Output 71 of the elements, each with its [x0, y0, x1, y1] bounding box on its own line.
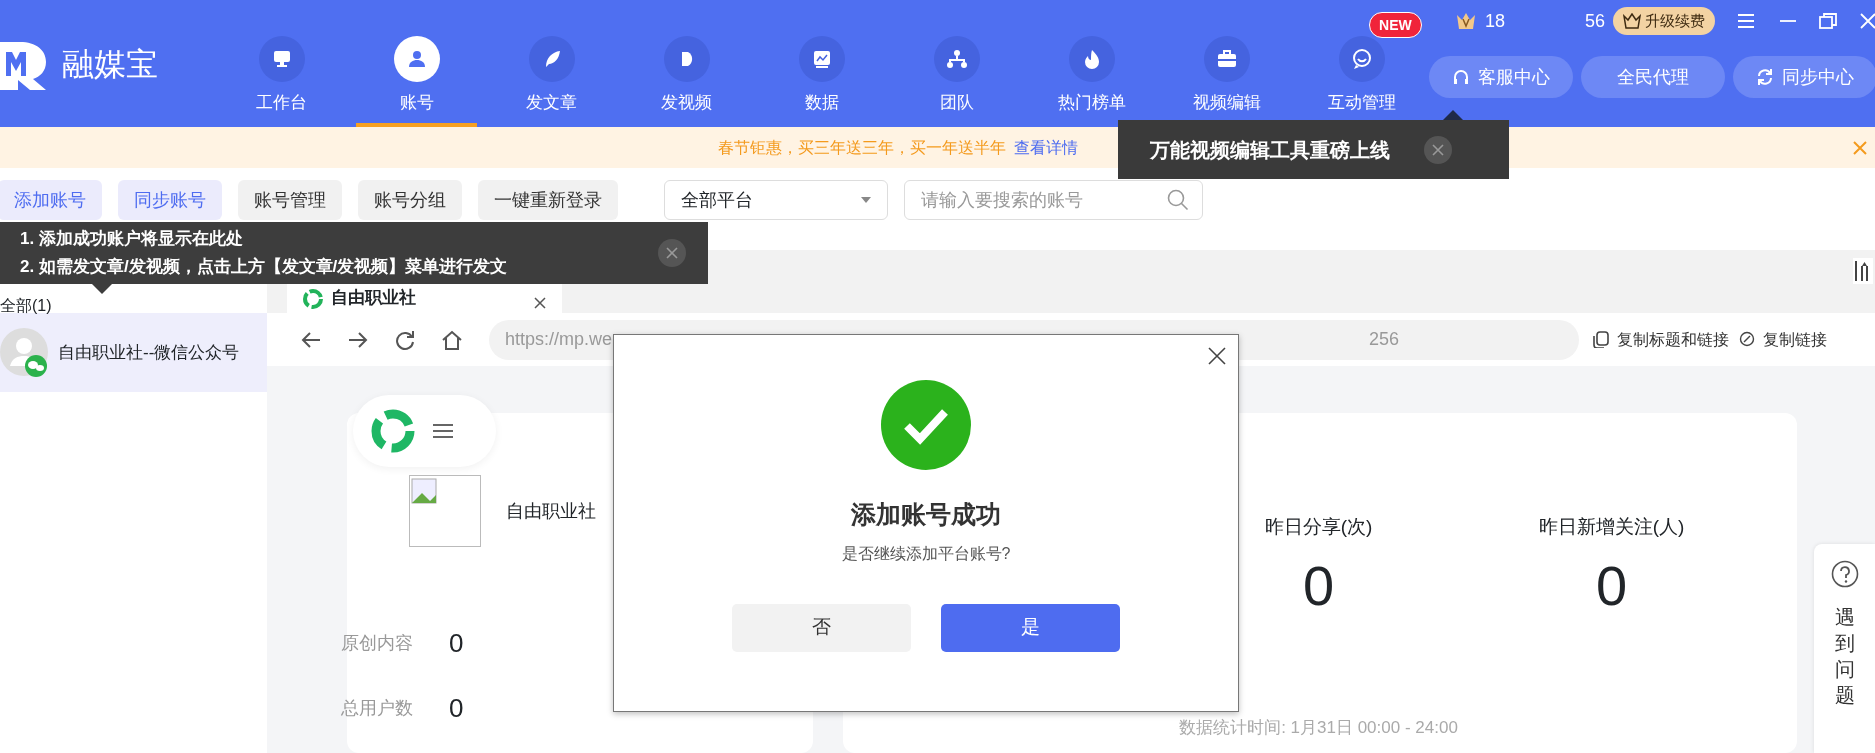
close-button[interactable]	[1424, 135, 1452, 164]
dialog-title: 添加账号成功	[851, 499, 1001, 530]
header-button[interactable]: 同步中心	[1733, 56, 1875, 98]
stat-label: 原创内容	[341, 632, 414, 655]
close-button[interactable]	[658, 239, 686, 267]
stat-value: 0	[449, 627, 464, 660]
account-name: 自由职业社	[506, 499, 596, 523]
tooltip: 1. 添加成功账户将显示在此处 2. 如需发文章/发视频，点击上方【发文章/发视频】菜单进行发文	[0, 222, 708, 284]
nav-tab[interactable]: 数据	[754, 0, 889, 127]
stat-value: 0	[1595, 552, 1628, 619]
search-icon	[1167, 189, 1189, 211]
reload-icon[interactable]	[394, 328, 416, 351]
promo-text: 春节钜惠，买三年送三年，买一年送半年	[718, 137, 1006, 158]
copy-link[interactable]: 复制标题和链接	[1593, 327, 1729, 352]
maximize-icon[interactable]	[1819, 13, 1837, 29]
close-icon	[1432, 143, 1444, 156]
copy-icon	[1593, 331, 1609, 349]
sync-icon	[1756, 68, 1774, 86]
header-button[interactable]: 客服中心	[1429, 56, 1573, 98]
account-item[interactable]: 自由职业社--微信公众号	[0, 313, 267, 392]
toolbox-icon	[1215, 47, 1238, 70]
help-icon	[1830, 560, 1859, 588]
menu-icon[interactable]	[433, 423, 453, 439]
tooltip: 万能视频编辑工具重磅上线	[1118, 120, 1509, 179]
dialog-message: 是否继续添加平台账号?	[841, 543, 1011, 564]
toolbar-button[interactable]: 账号管理	[238, 180, 342, 220]
close-icon	[666, 247, 678, 259]
toolbar-button[interactable]: 添加账号	[0, 180, 102, 220]
stat-value: 0	[449, 692, 464, 725]
count-text: 56	[1584, 9, 1605, 33]
upgrade-button[interactable]: 升级续费	[1613, 6, 1715, 36]
toolbar-button[interactable]: 账号分组	[358, 180, 462, 220]
close-icon[interactable]	[534, 297, 546, 310]
help-widget[interactable]: 遇到问题	[1814, 544, 1875, 753]
search-field[interactable]: 请输入要搜索的账号	[904, 180, 1203, 220]
logo-text: 融媒宝	[62, 44, 158, 84]
app-icon	[303, 289, 323, 310]
copy-link[interactable]: 复制链接	[1739, 327, 1827, 352]
crown-icon	[1623, 13, 1641, 29]
crown-icon	[1454, 11, 1477, 31]
toolbar-button[interactable]: 同步账号	[118, 180, 222, 220]
columns-icon[interactable]	[1853, 258, 1873, 284]
toolbar-button[interactable]: 一键重新登录	[478, 180, 618, 220]
stat-label: 昨日新增关注(人)	[1538, 515, 1685, 539]
avatar-icon	[0, 327, 50, 378]
home-icon[interactable]	[441, 328, 463, 351]
nav-tab[interactable]: 账号	[349, 0, 484, 127]
stat-value: 0	[1302, 552, 1335, 619]
dialog-button[interactable]: 否	[732, 603, 911, 652]
nav-tab[interactable]: 发视频	[619, 0, 754, 127]
nav-tab[interactable]: 发文章	[484, 0, 619, 127]
platform-select[interactable]: 全部平台	[664, 180, 888, 220]
stats-footnote: 数据统计时间: 1月31日 00:00 - 24:00	[1178, 717, 1459, 739]
team-icon	[945, 47, 968, 70]
nav-tab[interactable]: 团队	[889, 0, 1024, 127]
stat-label: 总用户数	[341, 697, 414, 720]
nav-tab[interactable]: 工作台	[214, 0, 349, 127]
close-icon[interactable]	[1208, 347, 1226, 365]
broken-image-icon	[409, 475, 481, 547]
new-badge: NEW	[1369, 12, 1422, 38]
headset-icon	[1452, 68, 1470, 86]
app-icon	[369, 407, 417, 455]
details-link[interactable]: 查看详情	[1014, 135, 1078, 160]
vip-count: 18	[1484, 9, 1505, 33]
stat-label: 昨日分享(次)	[1264, 515, 1373, 539]
dialog-button[interactable]: 是	[941, 603, 1120, 652]
success-icon	[881, 380, 971, 470]
caret-icon	[861, 197, 871, 203]
filter-tab[interactable]: 全部(1)	[0, 297, 52, 314]
header-button[interactable]: 全民代理	[1581, 56, 1725, 98]
chat-icon	[1350, 47, 1373, 70]
